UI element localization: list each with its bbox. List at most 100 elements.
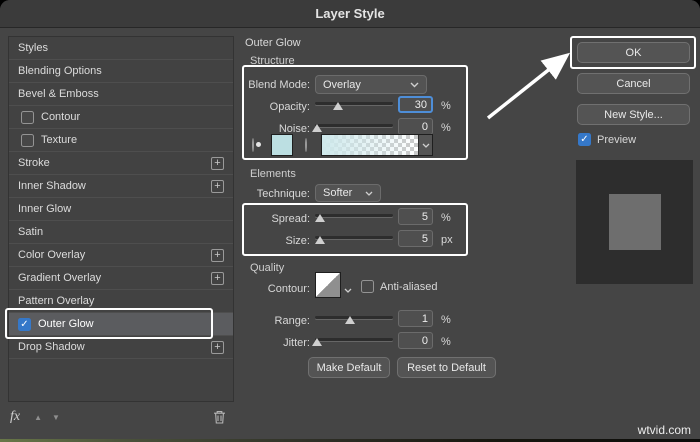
quality-heading: Quality: [250, 262, 285, 274]
sidebar-item-label: Satin: [18, 226, 44, 238]
reset-to-default-button[interactable]: Reset to Default: [397, 357, 496, 378]
chevron-down-icon[interactable]: [344, 284, 352, 296]
noise-input[interactable]: [398, 118, 433, 135]
gradient-swatch[interactable]: [322, 135, 418, 155]
sidebar-item-inner-shadow[interactable]: Inner Shadow +: [9, 175, 233, 198]
noise-label: Noise:: [278, 123, 310, 135]
spread-unit: %: [441, 212, 451, 224]
sidebar-item-satin[interactable]: Satin: [9, 221, 233, 244]
sidebar-footer: fx ▲ ▼: [10, 408, 232, 426]
slider-track: [315, 236, 393, 239]
sidebar-item-outer-glow[interactable]: ✓ Outer Glow: [9, 313, 233, 336]
glow-gradient-picker[interactable]: [321, 134, 433, 156]
blend-mode-select[interactable]: Overlay: [315, 75, 427, 94]
blend-mode-value: Overlay: [323, 78, 361, 91]
cancel-button[interactable]: Cancel: [577, 73, 690, 94]
chevron-down-icon[interactable]: [418, 135, 432, 155]
technique-label: Technique:: [256, 188, 310, 200]
sidebar-item-contour[interactable]: Contour: [9, 106, 233, 129]
jitter-unit: %: [441, 336, 451, 348]
add-effect-icon[interactable]: +: [211, 271, 224, 285]
slider-track: [315, 338, 393, 341]
technique-select[interactable]: Softer: [315, 184, 381, 202]
opacity-slider[interactable]: [315, 97, 393, 110]
sidebar-item-texture[interactable]: Texture: [9, 129, 233, 152]
sidebar-item-stroke[interactable]: Stroke +: [9, 152, 233, 175]
sidebar-item-drop-shadow[interactable]: Drop Shadow +: [9, 336, 233, 359]
slider-thumb[interactable]: [314, 236, 325, 244]
size-input[interactable]: [398, 230, 433, 247]
sidebar-item-label: Stroke: [18, 157, 50, 169]
add-effect-icon[interactable]: +: [211, 248, 224, 262]
range-label: Range:: [274, 315, 310, 327]
move-down-icon[interactable]: ▼: [52, 413, 60, 422]
spread-input[interactable]: [398, 208, 433, 225]
trash-icon: [214, 411, 225, 424]
range-unit: %: [441, 314, 451, 326]
checkbox-unchecked-icon[interactable]: [21, 110, 34, 124]
sidebar-item-label: Gradient Overlay: [18, 272, 102, 284]
sidebar-item-bevel-emboss[interactable]: Bevel & Emboss: [9, 83, 233, 106]
sidebar-item-label: Outer Glow: [38, 318, 94, 330]
size-unit: px: [441, 234, 453, 246]
jitter-input[interactable]: [398, 332, 433, 349]
add-effect-icon[interactable]: +: [211, 156, 224, 170]
contour-picker[interactable]: [315, 272, 341, 298]
opacity-input[interactable]: [398, 96, 433, 113]
range-slider[interactable]: [315, 311, 393, 324]
slider-thumb[interactable]: [311, 338, 322, 346]
move-up-icon[interactable]: ▲: [34, 413, 42, 422]
glow-gradient-radio[interactable]: [305, 138, 307, 152]
screenshot-stage: Layer Style Styles Blending Options Beve…: [0, 0, 700, 442]
layer-style-dialog: Layer Style Styles Blending Options Beve…: [0, 0, 700, 442]
checkbox-unchecked-icon[interactable]: [21, 133, 34, 147]
opacity-label: Opacity:: [269, 101, 310, 113]
dialog-titlebar[interactable]: Layer Style: [0, 0, 700, 28]
noise-slider[interactable]: [311, 119, 393, 132]
delete-effect-button[interactable]: [213, 410, 226, 424]
elements-heading: Elements: [250, 168, 296, 180]
glow-color-swatch[interactable]: [271, 134, 293, 156]
preview-thumbnail: [576, 160, 693, 284]
technique-value: Softer: [323, 187, 353, 199]
sidebar-item-label: Blending Options: [18, 65, 102, 77]
sidebar-item-label: Contour: [41, 111, 81, 123]
preview-label: Preview: [597, 134, 637, 146]
sidebar-item-gradient-overlay[interactable]: Gradient Overlay +: [9, 267, 233, 290]
checkbox-checked-icon[interactable]: ✓: [18, 317, 31, 331]
sidebar-item-styles[interactable]: Styles: [9, 37, 233, 60]
make-default-button[interactable]: Make Default: [308, 357, 390, 378]
sidebar-item-pattern-overlay[interactable]: Pattern Overlay: [9, 290, 233, 313]
sidebar-item-color-overlay[interactable]: Color Overlay +: [9, 244, 233, 267]
slider-thumb[interactable]: [311, 124, 322, 132]
sidebar-item-label: Inner Glow: [18, 203, 72, 215]
range-input[interactable]: [398, 310, 433, 327]
add-effect-icon[interactable]: +: [211, 340, 224, 354]
spread-slider[interactable]: [314, 209, 393, 222]
jitter-slider[interactable]: [311, 333, 393, 346]
chevron-down-icon: [365, 187, 373, 199]
structure-heading: Structure: [250, 55, 295, 67]
new-style-button[interactable]: New Style...: [577, 104, 690, 125]
glow-color-radio[interactable]: [252, 138, 254, 152]
sidebar-item-label: Inner Shadow: [18, 180, 86, 192]
sidebar-item-inner-glow[interactable]: Inner Glow: [9, 198, 233, 221]
sidebar-item-blending-options[interactable]: Blending Options: [9, 60, 233, 83]
preview-checkbox[interactable]: ✓: [578, 133, 591, 146]
sidebar-item-label: Drop Shadow: [18, 341, 85, 353]
slider-thumb[interactable]: [333, 102, 344, 110]
watermark: wtvid.com: [637, 423, 691, 437]
ok-button[interactable]: OK: [577, 42, 690, 63]
size-slider[interactable]: [314, 231, 393, 244]
styles-list: Styles Blending Options Bevel & Emboss C…: [8, 36, 234, 402]
slider-track: [315, 124, 393, 127]
blend-mode-label: Blend Mode:: [248, 79, 310, 91]
antialiased-checkbox[interactable]: [361, 280, 374, 293]
slider-thumb[interactable]: [345, 316, 356, 324]
noise-unit: %: [441, 122, 451, 134]
fx-icon[interactable]: fx: [10, 409, 20, 425]
slider-thumb[interactable]: [314, 214, 325, 222]
sidebar-item-label: Texture: [41, 134, 78, 146]
add-effect-icon[interactable]: +: [211, 179, 224, 193]
annotation-arrow: [486, 52, 571, 120]
